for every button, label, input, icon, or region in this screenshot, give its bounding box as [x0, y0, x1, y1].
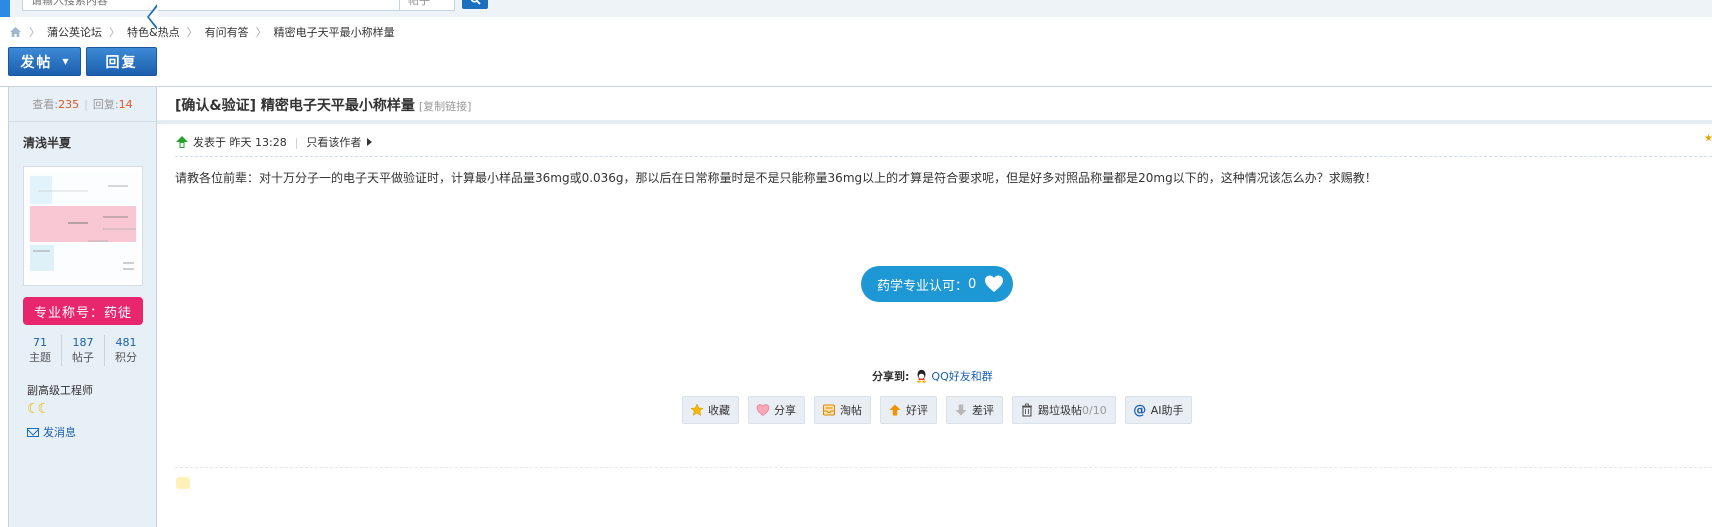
meta-divider: | [294, 135, 299, 149]
arrow-up-icon [888, 403, 902, 417]
send-message-link[interactable]: 发消息 [27, 424, 76, 440]
stat-posts[interactable]: 187 帖子 [62, 335, 105, 366]
author-stats: 71 主题 187 帖子 481 积分 [19, 335, 147, 366]
endorse-count: 0 [968, 276, 977, 292]
search-icon [470, 0, 481, 5]
breadcrumb-separator: 〉 [109, 26, 120, 39]
tao-label: 淘帖 [840, 404, 862, 417]
stat-label: 积分 [115, 351, 137, 364]
stat-points[interactable]: 481 积分 [105, 335, 147, 366]
stat-topics[interactable]: 71 主题 [19, 335, 62, 366]
send-message-label: 发消息 [43, 426, 76, 439]
title-divider [157, 120, 1712, 124]
search-type-select[interactable]: 帖子 [400, 0, 455, 11]
reply-divider [175, 467, 1712, 468]
reply-label: 回复 [105, 54, 138, 71]
views-count: 235 [58, 97, 80, 111]
author-sidebar: 查看: 235 | 回复: 14 清浅半夏 专业称号：药徒 71 主题 187 … [8, 87, 157, 527]
breadcrumb-separator: 〉 [29, 26, 40, 39]
share-row: 分享到: QQ好友和群 [872, 368, 993, 384]
share-qq-link[interactable]: QQ好友和群 [915, 368, 993, 384]
chevron-down-icon: ▼ [62, 57, 69, 66]
only-author-link[interactable]: 只看该作者 [306, 134, 361, 150]
online-status-icon [176, 136, 188, 148]
post-time: 发表于 昨天 13:28 [193, 136, 287, 149]
thread-title-row: [确认&验证] 精密电子天平最小称样量 [复制链接] [175, 95, 471, 119]
caret-right-icon [367, 138, 373, 146]
share-button-label: 分享 [774, 404, 796, 417]
moon-icon: ☾☾ [27, 401, 50, 417]
search-button[interactable] [462, 0, 488, 9]
rank-badge: 专业称号：药徒 [23, 297, 143, 325]
endorse-button[interactable]: 药学专业认可： 0 [861, 266, 1013, 302]
author-title: 副高级工程师 [27, 384, 93, 397]
replies-count: 14 [118, 97, 133, 111]
stat-value: 71 [33, 336, 47, 349]
avatar-image [28, 171, 138, 281]
meta-divider-line [175, 156, 1712, 157]
like-label: 好评 [906, 404, 928, 417]
tray-icon [822, 403, 836, 417]
favorite-label: 收藏 [708, 404, 730, 417]
avatar[interactable] [23, 166, 143, 286]
breadcrumb-separator: 〉 [255, 26, 267, 39]
top-search-bar: 帖子 [0, 0, 1712, 17]
author-name[interactable]: 清浅半夏 [23, 134, 71, 151]
endorse-label: 药学专业认可： [877, 278, 969, 294]
breadcrumb-link-forum[interactable]: 蒲公英论坛 [47, 24, 102, 40]
thread-stats: 查看: 235 | 回复: 14 [9, 87, 156, 122]
share-label: 分享到: [872, 370, 910, 383]
breadcrumb: 〉 蒲公英论坛 〉 特色&热点 〉 有问有答 〉 精密电子天平最小称样量 [9, 24, 395, 40]
arrow-down-icon [954, 403, 968, 417]
like-button[interactable]: 好评 [880, 396, 937, 424]
thread-title: [确认&验证] 精密电子天平最小称样量 [175, 98, 415, 114]
new-post-label: 发帖 [20, 54, 53, 71]
top-accent-strip [0, 0, 10, 17]
header-divider [0, 86, 1712, 87]
share-button[interactable]: 分享 [748, 396, 805, 424]
star-icon [690, 403, 704, 417]
favorite-button[interactable]: 收藏 [682, 396, 739, 424]
breadcrumb-link-thread[interactable]: 精密电子天平最小称样量 [274, 24, 395, 40]
replies-label: 回复: [92, 98, 119, 111]
search-input[interactable] [22, 0, 400, 11]
ai-assistant-label: AI助手 [1150, 404, 1184, 417]
trash-icon [1020, 403, 1034, 417]
ai-assistant-button[interactable]: @ AI助手 [1124, 396, 1193, 424]
views-label: 查看: [32, 98, 59, 111]
breadcrumb-link-board[interactable]: 有问有答 [205, 24, 249, 40]
stats-divider: | [84, 97, 88, 111]
copy-link[interactable]: [复制链接] [419, 98, 472, 114]
at-icon: @ [1133, 402, 1147, 418]
tao-button[interactable]: 淘帖 [814, 396, 871, 424]
home-icon[interactable] [9, 26, 22, 38]
stats-pointer-inner [149, 6, 158, 28]
reply-icon [176, 477, 190, 489]
report-trash-label: 踢垃圾帖 [1038, 404, 1082, 417]
mail-icon [27, 427, 39, 437]
share-qq-label: QQ好友和群 [931, 370, 993, 383]
stat-value: 481 [115, 336, 137, 349]
star-icon: ★ [1704, 133, 1712, 144]
report-trash-button[interactable]: 踢垃圾帖 0/10 [1012, 396, 1116, 424]
heart-icon [756, 403, 770, 417]
report-trash-count: 0/10 [1082, 403, 1107, 417]
stat-label: 主题 [29, 351, 51, 364]
stat-value: 187 [72, 336, 94, 349]
post-meta: 发表于 昨天 13:28 | 只看该作者 [175, 134, 373, 150]
post-actions: 收藏 分享 淘帖 好评 差评 踢垃圾帖 0/10 @ AI助手 [682, 396, 1201, 424]
new-post-button[interactable]: 发帖 ▼ [8, 47, 81, 76]
dislike-button[interactable]: 差评 [946, 396, 1003, 424]
reply-button[interactable]: 回复 [86, 47, 157, 76]
stat-label: 帖子 [72, 351, 94, 364]
breadcrumb-separator: 〉 [186, 26, 198, 39]
qq-icon [917, 369, 927, 383]
dislike-label: 差评 [972, 404, 994, 417]
post-body: 请教各位前辈：对十万分子一的电子天平做验证时，计算最小样品量36mg或0.036… [175, 171, 1377, 185]
heart-icon [985, 275, 1003, 292]
